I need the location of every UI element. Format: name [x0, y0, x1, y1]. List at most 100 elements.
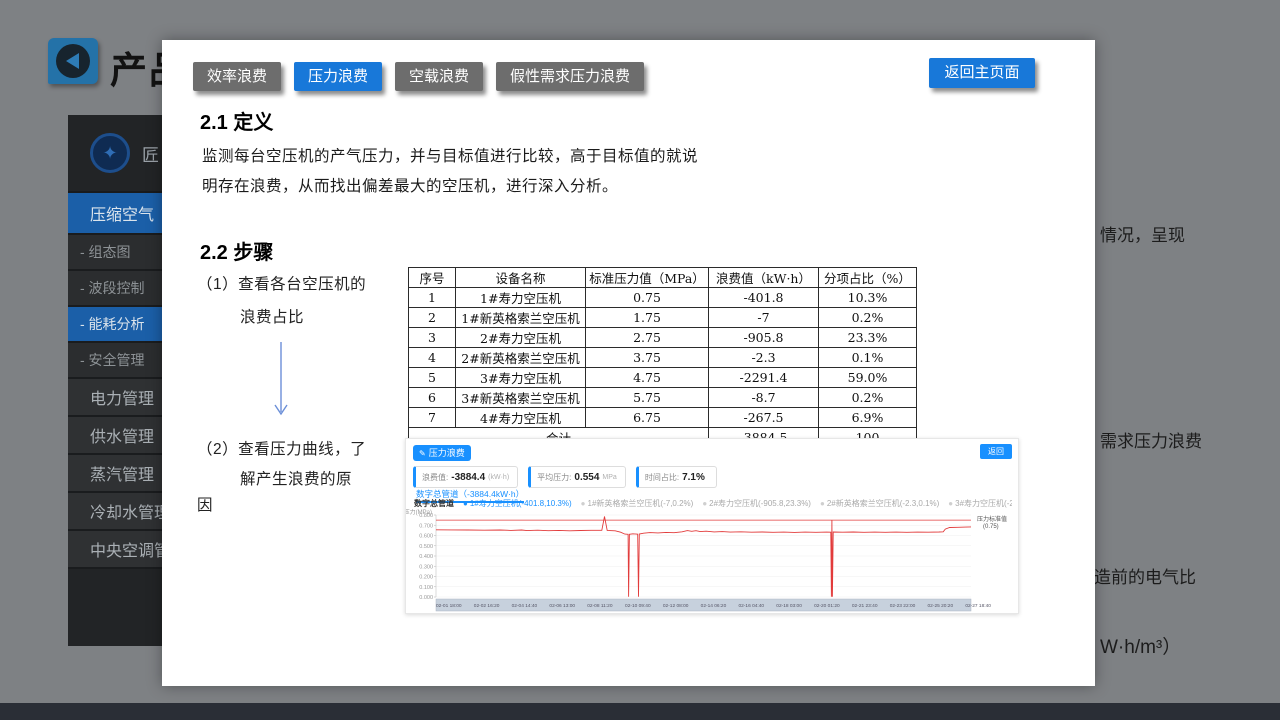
svg-text:0.400: 0.400: [419, 554, 433, 560]
table-cell: 6.75: [586, 408, 709, 428]
svg-text:02-20 01:20: 02-20 01:20: [814, 603, 840, 609]
screenshot-title-badge: ✎压力浪费: [413, 445, 471, 461]
table-cell: 7: [409, 408, 456, 428]
table-row: 53#寿力空压机4.75-2291.459.0%: [409, 368, 917, 388]
legend-item: ●1#新英格索兰空压机(-7,0.2%): [581, 498, 694, 509]
flow-arrow-icon: [269, 340, 293, 422]
legend-item: ●2#寿力空压机(-905.8,23.3%): [702, 498, 811, 509]
tab-3[interactable]: 假性需求压力浪费: [496, 62, 644, 91]
tab-0[interactable]: 效率浪费: [193, 62, 281, 91]
table-cell: 3#新英格索兰空压机: [456, 388, 586, 408]
svg-text:0.500: 0.500: [419, 544, 433, 550]
step-1-text: 浪费占比: [240, 305, 304, 327]
table-cell: 1#寿力空压机: [456, 288, 586, 308]
content-modal: 效率浪费压力浪费空载浪费假性需求压力浪费 返回主页面 2.1 定义 监测每台空压…: [162, 40, 1095, 686]
svg-text:0.100: 0.100: [419, 585, 433, 591]
definition-text: 监测每台空压机的产气压力，并与目标值进行比较，高于目标值的就说明存在浪费，从而找…: [202, 142, 710, 202]
table-cell: 3#寿力空压机: [456, 368, 586, 388]
table-cell: 59.0%: [819, 368, 917, 388]
svg-text:0.000: 0.000: [419, 595, 433, 601]
table-cell: 23.3%: [819, 328, 917, 348]
svg-text:0.600: 0.600: [419, 534, 433, 540]
table-cell: 4: [409, 348, 456, 368]
legend-item: ●2#新英格索兰空压机(-2.3,0.1%): [820, 498, 939, 509]
svg-text:02-27 18:40: 02-27 18:40: [965, 603, 991, 609]
svg-text:02-08 11:20: 02-08 11:20: [587, 603, 613, 609]
step-1-text: （1）查看各台空压机的: [197, 272, 366, 294]
step-2-text: 因: [197, 493, 213, 515]
svg-text:02-14 06:20: 02-14 06:20: [701, 603, 727, 609]
svg-text:(0.75): (0.75): [983, 524, 999, 530]
table-cell: 2.75: [586, 328, 709, 348]
table-cell: 3: [409, 328, 456, 348]
svg-text:02-25 20:20: 02-25 20:20: [928, 603, 954, 609]
screenshot-top-button: 返回: [980, 444, 1012, 459]
tab-bar: 效率浪费压力浪费空载浪费假性需求压力浪费: [193, 62, 644, 91]
table-cell: 0.75: [586, 288, 709, 308]
table-cell: -401.8: [709, 288, 819, 308]
stat-box: 平均压力:0.554MPa: [528, 466, 626, 488]
table-cell: 0.2%: [819, 388, 917, 408]
table-cell: 1#新英格索兰空压机: [456, 308, 586, 328]
table-cell: 1: [409, 288, 456, 308]
table-cell: -267.5: [709, 408, 819, 428]
pressure-line-chart: 压力(MPa)0.8000.7000.6000.5000.4000.3000.2…: [406, 509, 1016, 612]
tab-2[interactable]: 空载浪费: [395, 62, 483, 91]
bg-text-fragment: 需求压力浪费: [1100, 427, 1202, 452]
table-row: 42#新英格索兰空压机3.75-2.30.1%: [409, 348, 917, 368]
company-logo-icon: ✦: [90, 133, 130, 173]
sidebar-logo-label: 匠: [142, 141, 159, 166]
svg-text:0.800: 0.800: [419, 513, 433, 519]
svg-text:0.300: 0.300: [419, 564, 433, 570]
table-row: 74#寿力空压机6.75-267.56.9%: [409, 408, 917, 428]
stat-box: 浪费值:-3884.4(kW·h): [413, 466, 518, 488]
table-cell: 0.1%: [819, 348, 917, 368]
legend-title: 数字总管道: [414, 498, 454, 509]
table-cell: 2#寿力空压机: [456, 328, 586, 348]
app-logo[interactable]: [48, 38, 98, 84]
stat-row: 浪费值:-3884.4(kW·h)平均压力:0.554MPa时间占比:7.1%: [413, 466, 717, 488]
embedded-screenshot: ✎压力浪费 返回 浪费值:-3884.4(kW·h)平均压力:0.554MPa时…: [405, 438, 1019, 614]
step-2-text: 解产生浪费的原: [240, 467, 352, 489]
section-heading-steps: 2.2 步骤: [200, 236, 273, 265]
svg-text:02-12 08:00: 02-12 08:00: [663, 603, 689, 609]
svg-text:0.700: 0.700: [419, 523, 433, 529]
table-cell: -2.3: [709, 348, 819, 368]
bg-text-fragment: 情况，呈现: [1100, 221, 1185, 246]
table-cell: 10.3%: [819, 288, 917, 308]
table-header: 设备名称: [456, 268, 586, 288]
table-cell: 0.2%: [819, 308, 917, 328]
svg-text:02-01 18:00: 02-01 18:00: [436, 603, 462, 609]
table-cell: 2#新英格索兰空压机: [456, 348, 586, 368]
table-cell: 5.75: [586, 388, 709, 408]
table-cell: -905.8: [709, 328, 819, 348]
table-header: 标准压力值（MPa）: [586, 268, 709, 288]
svg-text:压力标准值: 压力标准值: [977, 515, 1007, 523]
svg-text:02-04 14:40: 02-04 14:40: [512, 603, 538, 609]
table-cell: -7: [709, 308, 819, 328]
step-2-text: （2）查看压力曲线，了: [197, 437, 366, 459]
svg-text:02-16 04:40: 02-16 04:40: [738, 603, 764, 609]
table-cell: 6: [409, 388, 456, 408]
table-row: 32#寿力空压机2.75-905.823.3%: [409, 328, 917, 348]
svg-text:02-23 22:00: 02-23 22:00: [890, 603, 916, 609]
section-heading-definition: 2.1 定义: [200, 106, 273, 135]
table-cell: 5: [409, 368, 456, 388]
table-header: 序号: [409, 268, 456, 288]
svg-text:02-02 16:20: 02-02 16:20: [474, 603, 500, 609]
table-cell: 3.75: [586, 348, 709, 368]
svg-text:0.200: 0.200: [419, 575, 433, 581]
svg-text:02-10 09:40: 02-10 09:40: [625, 603, 651, 609]
table-row: 11#寿力空压机0.75-401.810.3%: [409, 288, 917, 308]
table-row: 21#新英格索兰空压机1.75-70.2%: [409, 308, 917, 328]
svg-text:02-06 13:00: 02-06 13:00: [549, 603, 575, 609]
table-cell: 4.75: [586, 368, 709, 388]
table-cell: 2: [409, 308, 456, 328]
tab-1[interactable]: 压力浪费: [294, 62, 382, 91]
chart-legend: 数字总管道 ●1#寿力空压机(-401.8,10.3%)●1#新英格索兰空压机(…: [414, 498, 1012, 509]
svg-text:02-18 03:00: 02-18 03:00: [776, 603, 802, 609]
table-cell: 4#寿力空压机: [456, 408, 586, 428]
return-home-button[interactable]: 返回主页面: [929, 58, 1035, 88]
table-cell: -8.7: [709, 388, 819, 408]
back-arrow-icon: [56, 44, 90, 78]
